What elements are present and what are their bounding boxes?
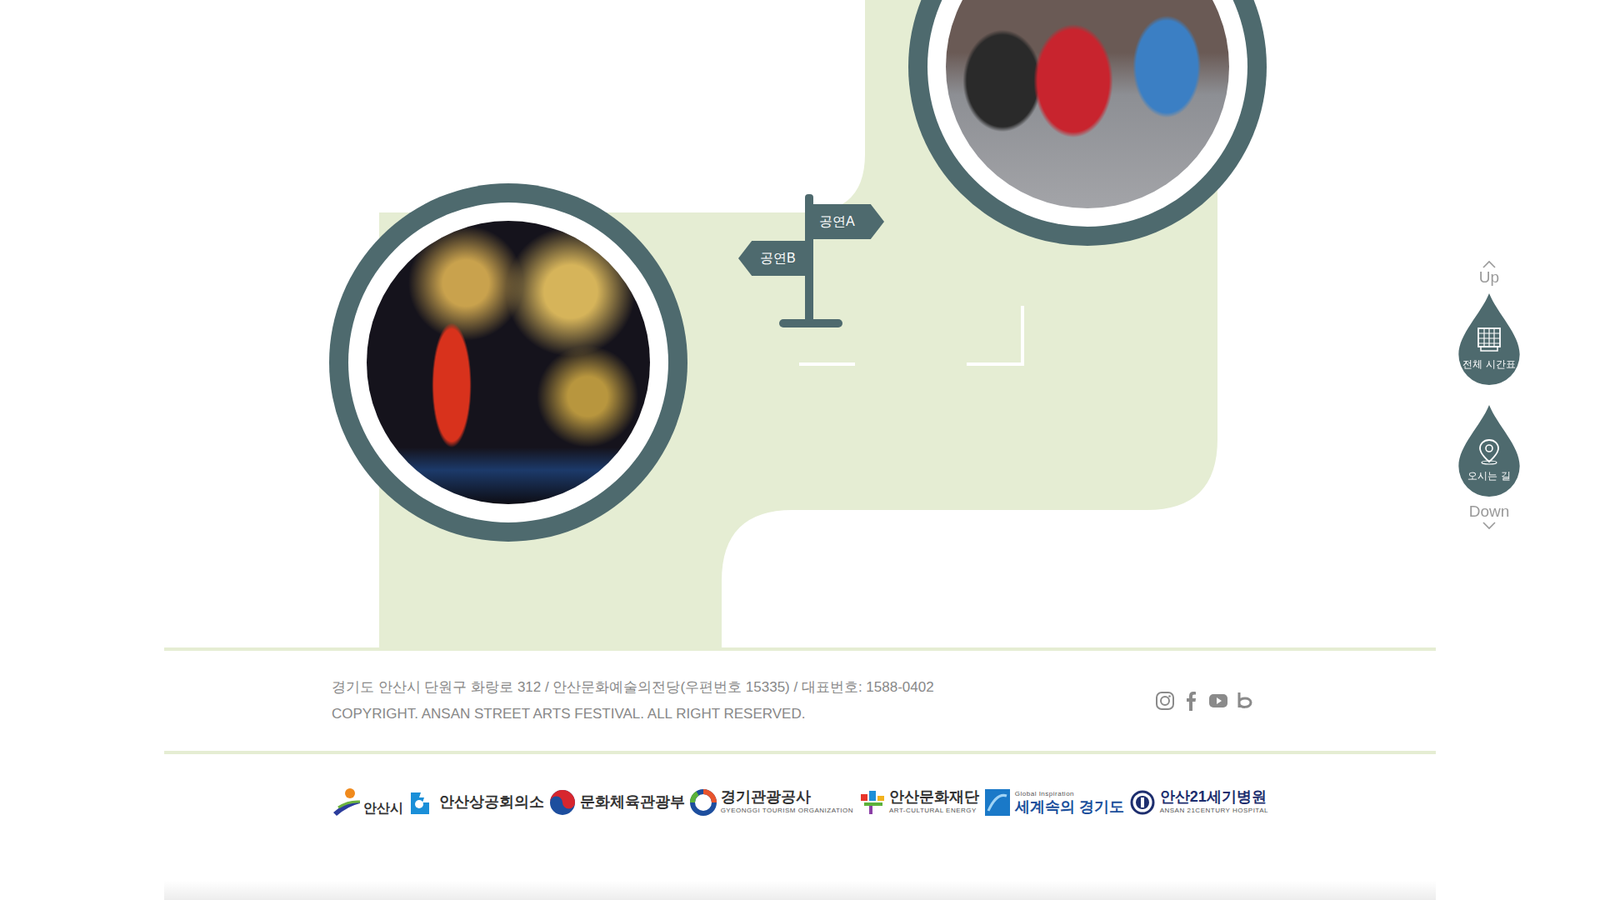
instagram-icon bbox=[1155, 690, 1175, 711]
ansan-city-logo-icon bbox=[331, 787, 360, 818]
chevron-down-icon bbox=[1481, 520, 1497, 530]
sign-label: 공연A bbox=[819, 211, 855, 232]
down-button[interactable]: Down bbox=[1469, 503, 1510, 530]
youtube-icon bbox=[1208, 690, 1229, 711]
footer-info: 경기도 안산시 단원구 화랑로 312 / 안산문화예술의전당(우편번호 153… bbox=[331, 650, 1269, 751]
sponsor-text: 안산시 bbox=[363, 789, 404, 816]
sponsor-logo[interactable]: 안산상공회의소 bbox=[407, 787, 545, 818]
chevron-up-icon bbox=[1481, 260, 1497, 270]
sponsor-logo[interactable]: 안산21세기병원ANSAN 21CENTURY HOSPITAL bbox=[1128, 787, 1269, 818]
ministry-logo-icon bbox=[548, 787, 577, 818]
tourism-logo-icon bbox=[689, 787, 718, 818]
sponsor-name: 문화체육관광부 bbox=[580, 794, 685, 811]
sponsor-text: 안산상공회의소 bbox=[439, 794, 545, 811]
timetable-button[interactable]: 전체 시간표 bbox=[1457, 293, 1521, 385]
youtube-link[interactable] bbox=[1208, 690, 1229, 711]
sponsor-row: 안산시 안산상공회의소 문화체육관광부 경기관광공사GYEONGGI TOURISM … bbox=[331, 754, 1269, 851]
sponsor-logo[interactable]: Global Inspiration세계속의 경기도 bbox=[983, 787, 1125, 818]
sponsor-subtitle: ART-CULTURAL ENERGY bbox=[889, 805, 980, 816]
sponsor-text: 경기관광공사GYEONGGI TOURISM ORGANIZATION bbox=[720, 789, 854, 816]
sponsor-text: 문화체육관광부 bbox=[580, 794, 685, 811]
sponsor-name: 세계속의 경기도 bbox=[1015, 799, 1125, 816]
footer-text: 경기도 안산시 단원구 화랑로 312 / 안산문화예술의전당(우편번호 153… bbox=[331, 674, 935, 728]
photo bbox=[366, 220, 650, 505]
sponsor-name: 안산시 bbox=[363, 800, 404, 816]
signpost-sign[interactable]: 공연A bbox=[809, 204, 885, 240]
drop-shape bbox=[1457, 405, 1521, 497]
up-button[interactable]: Up bbox=[1479, 260, 1500, 287]
directions-button[interactable]: 오시는 길 bbox=[1457, 405, 1521, 497]
chamber-logo-icon bbox=[407, 787, 436, 818]
sponsor-text: 안산21세기병원ANSAN 21CENTURY HOSPITAL bbox=[1160, 789, 1269, 816]
photo-ring bbox=[348, 202, 669, 523]
gyeonggi-logo-icon bbox=[983, 787, 1012, 818]
sponsor-logo[interactable]: 경기관광공사GYEONGGI TOURISM ORGANIZATION bbox=[689, 787, 854, 818]
facebook-icon bbox=[1181, 690, 1202, 711]
hospital-logo-icon bbox=[1128, 787, 1157, 818]
address-text: 경기도 안산시 단원구 화랑로 312 / 안산문화예술의전당(우편번호 153… bbox=[331, 674, 935, 701]
signpost-sign[interactable]: 공연B bbox=[738, 240, 814, 276]
copyright-text: COPYRIGHT. ANSAN STREET ARTS FESTIVAL. A… bbox=[331, 700, 935, 728]
foundation-logo-icon bbox=[857, 787, 886, 818]
sponsor-name: 경기관광공사 bbox=[720, 789, 854, 806]
blog-icon bbox=[1235, 690, 1255, 711]
social-links bbox=[1155, 690, 1255, 711]
sponsor-band: 안산시 안산상공회의소 문화체육관광부 경기관광공사GYEONGGI TOURISM … bbox=[164, 750, 1436, 851]
sponsor-text: 안산문화재단ART-CULTURAL ENERGY bbox=[889, 789, 980, 816]
sponsor-logo[interactable]: 안산시 bbox=[331, 787, 404, 818]
sponsor-name: 안산상공회의소 bbox=[439, 794, 545, 811]
sponsor-subtitle: GYEONGGI TOURISM ORGANIZATION bbox=[720, 805, 854, 816]
drop-label: 오시는 길 bbox=[1467, 468, 1510, 484]
calendar-icon bbox=[1475, 326, 1503, 354]
map-pin-icon bbox=[1475, 438, 1503, 465]
sponsor-logo[interactable]: 안산문화재단ART-CULTURAL ENERGY bbox=[857, 787, 980, 818]
photo-ring bbox=[927, 0, 1248, 227]
photo bbox=[945, 0, 1230, 209]
blog-link[interactable] bbox=[1235, 690, 1255, 711]
instagram-link[interactable] bbox=[1155, 690, 1175, 711]
sponsor-name: 안산문화재단 bbox=[889, 789, 980, 806]
sign-label: 공연B bbox=[760, 248, 796, 269]
sponsor-name: 안산21세기병원 bbox=[1160, 789, 1269, 806]
sponsor-logo[interactable]: 문화체육관광부 bbox=[548, 787, 685, 818]
side-navigation: Up 전체 시간표오시는 길 Down bbox=[1453, 260, 1525, 530]
down-label: Down bbox=[1469, 503, 1510, 521]
footer: 경기도 안산시 단원구 화랑로 312 / 안산문화예술의전당(우편번호 153… bbox=[164, 647, 1436, 751]
page-bottom-shadow bbox=[164, 850, 1436, 900]
path-background bbox=[0, 0, 1600, 648]
sponsor-text: Global Inspiration세계속의 경기도 bbox=[1015, 789, 1125, 816]
hero-section: 공연A 공연B bbox=[0, 0, 1600, 648]
sponsor-subtitle: ANSAN 21CENTURY HOSPITAL bbox=[1160, 805, 1269, 816]
drop-label: 전체 시간표 bbox=[1462, 356, 1515, 372]
facebook-link[interactable] bbox=[1181, 690, 1202, 711]
sponsor-subtitle: Global Inspiration bbox=[1015, 789, 1125, 800]
fireworks-photo-circle bbox=[329, 183, 688, 542]
up-label: Up bbox=[1479, 269, 1500, 287]
